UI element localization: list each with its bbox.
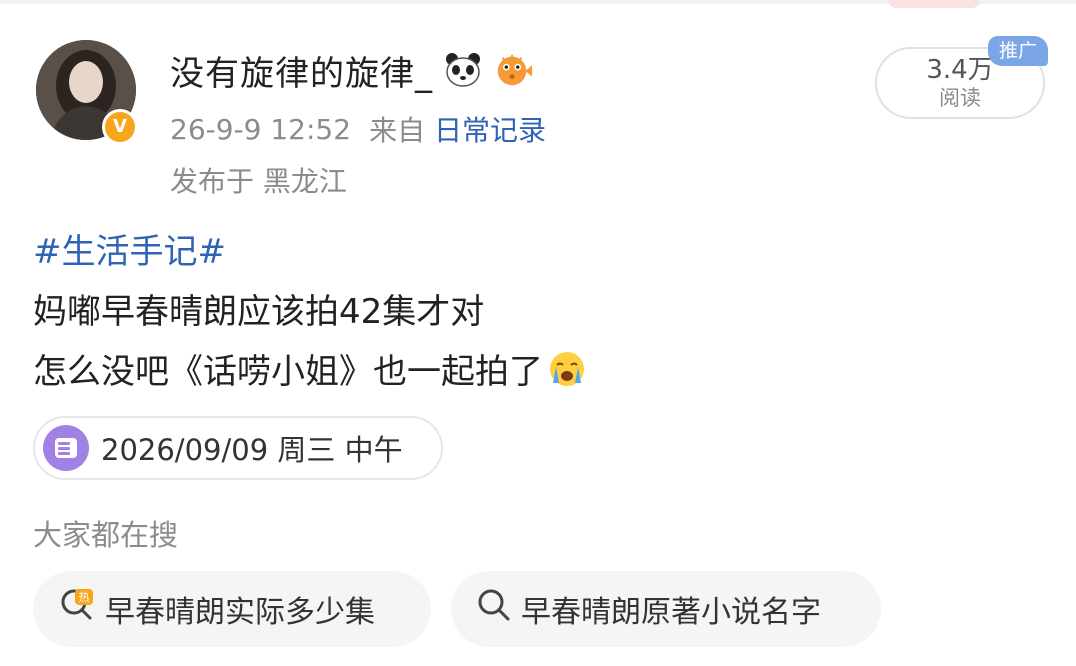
search-suggestion-text: 早春晴朗实际多少集 <box>105 595 375 630</box>
post-meta: 26-9-9 12:52 来自 日常记录 <box>170 112 546 148</box>
source-prefix: 来自 <box>369 114 426 147</box>
diary-icon <box>43 425 89 471</box>
read-count: 3.4万 <box>926 55 994 85</box>
top-red-pill <box>888 0 980 8</box>
svg-text:热: 热 <box>79 591 90 604</box>
post-text-line: 妈嘟早春晴朗应该拍42集才对 <box>33 292 485 332</box>
search-icon <box>477 588 511 630</box>
post-datetime: 26-9-9 12:52 <box>170 112 352 146</box>
pufferfish-icon <box>493 50 533 90</box>
crying-face-icon <box>547 349 587 389</box>
author-row: 没有旋律的旋律_ <box>170 46 533 95</box>
verified-badge: V <box>102 109 138 145</box>
panda-icon <box>443 50 483 90</box>
search-suggestion-text: 早春晴朗原著小说名字 <box>521 595 821 630</box>
username[interactable]: 没有旋律的旋律_ <box>170 46 433 95</box>
post-text-line: 怎么没吧《话唠小姐》也一起拍了 <box>33 344 587 393</box>
search-section-title: 大家都在搜 <box>33 518 179 552</box>
read-label: 阅读 <box>939 86 981 110</box>
diary-date-chip[interactable]: 2026/09/09 周三 中午 <box>33 416 443 480</box>
source-link[interactable]: 日常记录 <box>434 114 546 147</box>
search-suggestion[interactable]: 热 早春晴朗实际多少集 <box>33 571 431 647</box>
post-location: 发布于 黑龙江 <box>170 165 347 198</box>
diary-date-text: 2026/09/09 周三 中午 <box>101 433 403 467</box>
search-suggestion[interactable]: 早春晴朗原著小说名字 <box>451 571 881 647</box>
hashtag-link[interactable]: #生活手记# <box>33 224 226 273</box>
post-text: 怎么没吧《话唠小姐》也一起拍了 <box>33 352 543 392</box>
hot-search-icon: 热 <box>59 587 95 631</box>
promote-tag[interactable]: 推广 <box>988 36 1048 66</box>
